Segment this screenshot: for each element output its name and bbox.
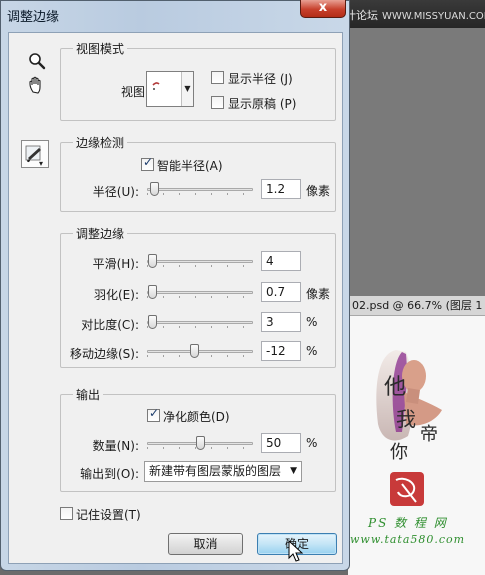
slider-thumb[interactable]: [149, 182, 159, 196]
show-original-checkbox[interactable]: [211, 96, 224, 109]
slider-thumb[interactable]: [190, 344, 200, 358]
slider-thumb[interactable]: [148, 285, 157, 299]
feather-input[interactable]: 0.7: [261, 282, 301, 302]
calligraphy-mark: 帝: [420, 424, 438, 445]
canvas-artwork: 他 我 帝 你: [376, 350, 442, 506]
preview-thumbnail: [152, 82, 160, 90]
edge-detection-group: 边缘检测: [60, 134, 336, 212]
zoom-icon: [29, 53, 46, 70]
feather-slider[interactable]: [147, 282, 253, 302]
shift-edge-slider[interactable]: [147, 341, 253, 361]
refine-radius-tool[interactable]: ▾: [21, 140, 49, 168]
smart-radius-label: 智能半径(A): [157, 159, 223, 173]
remember-settings-checkbox[interactable]: [60, 507, 73, 520]
slider-thumb[interactable]: [148, 254, 157, 268]
feather-unit: 像素: [306, 287, 331, 301]
contrast-input[interactable]: 3: [261, 312, 301, 332]
radius-slider[interactable]: [147, 179, 253, 199]
contrast-label: 对比度(C):: [81, 318, 139, 332]
site-watermark: PS 数 程 网: [368, 516, 448, 530]
amount-unit: %: [306, 436, 318, 450]
output-to-select[interactable]: 新建带有图层蒙版的图层 ▼: [144, 461, 302, 482]
show-radius-label: 显示半径 (J): [228, 72, 293, 86]
hand-icon: [29, 76, 41, 94]
window-close-button[interactable]: x: [300, 0, 346, 18]
show-radius-checkbox[interactable]: [211, 71, 224, 84]
amount-label: 数量(N):: [92, 439, 139, 453]
neck-shape: [406, 388, 420, 404]
mouse-cursor-icon: [288, 540, 304, 562]
amount-slider[interactable]: [147, 433, 253, 453]
chevron-down-icon: ▼: [290, 466, 297, 476]
dialog-client: ▾ 视图模式 视图: ▼ 显示半径 (J) 显示原稿 (P) 边缘检测 智能半径…: [8, 32, 343, 564]
svg-text:▾: ▾: [39, 159, 43, 167]
contrast-unit: %: [306, 315, 318, 329]
decontaminate-colors-label: 净化颜色(D): [163, 410, 230, 424]
shift-edge-input[interactable]: -12: [261, 341, 301, 361]
slider-thumb[interactable]: [196, 436, 205, 450]
smooth-slider[interactable]: [147, 251, 253, 271]
radius-label: 半径(U):: [92, 185, 139, 199]
calligraphy-mark: 你: [390, 442, 408, 463]
slider-thumb[interactable]: [148, 315, 157, 329]
workspace-background: [348, 28, 485, 296]
output-to-label: 输出到(O):: [80, 467, 139, 481]
smart-radius-checkbox[interactable]: [141, 155, 154, 171]
shift-edge-label: 移动边缘(S):: [69, 347, 139, 361]
output-legend: 输出: [73, 386, 104, 403]
document-tab[interactable]: 02.psd @ 66.7% (图层 1: [348, 296, 485, 316]
smooth-label: 平滑(H):: [92, 257, 139, 271]
site-url: www.tata580.com: [350, 533, 466, 546]
view-label: 视图:: [120, 85, 149, 99]
radius-unit: 像素: [306, 184, 331, 198]
chevron-down-icon: ▼: [181, 72, 193, 106]
calligraphy-mark: 他: [384, 375, 406, 400]
adjust-edge-legend: 调整边缘: [73, 225, 128, 242]
hand-tool[interactable]: [25, 73, 49, 97]
view-preview-dropdown[interactable]: ▼: [146, 71, 194, 107]
feather-label: 羽化(E):: [94, 288, 139, 302]
amount-input[interactable]: 50: [261, 433, 301, 453]
calligraphy-mark: 我: [396, 407, 416, 431]
radius-input[interactable]: 1.2: [261, 179, 301, 199]
show-original-label: 显示原稿 (P): [228, 97, 297, 111]
shift-edge-unit: %: [306, 344, 318, 358]
dialog-title: 调整边缘: [7, 10, 60, 25]
edge-detection-legend: 边缘检测: [73, 134, 128, 151]
cancel-button[interactable]: 取消: [168, 533, 243, 555]
refine-radius-brush-icon: ▾: [25, 145, 43, 168]
contrast-slider[interactable]: [147, 312, 253, 332]
decontaminate-colors-checkbox[interactable]: [147, 406, 160, 422]
close-icon: x: [318, 0, 328, 15]
refine-edge-dialog: 调整边缘 ▾ 视图模式 视图: ▼ 显示半径 (J) 显示原稿 (P) 边缘检测…: [0, 0, 350, 571]
zoom-tool[interactable]: [25, 49, 49, 73]
smooth-input[interactable]: 4: [261, 251, 301, 271]
remember-settings-label: 记住设置(T): [76, 508, 141, 522]
view-mode-legend: 视图模式: [73, 40, 128, 57]
